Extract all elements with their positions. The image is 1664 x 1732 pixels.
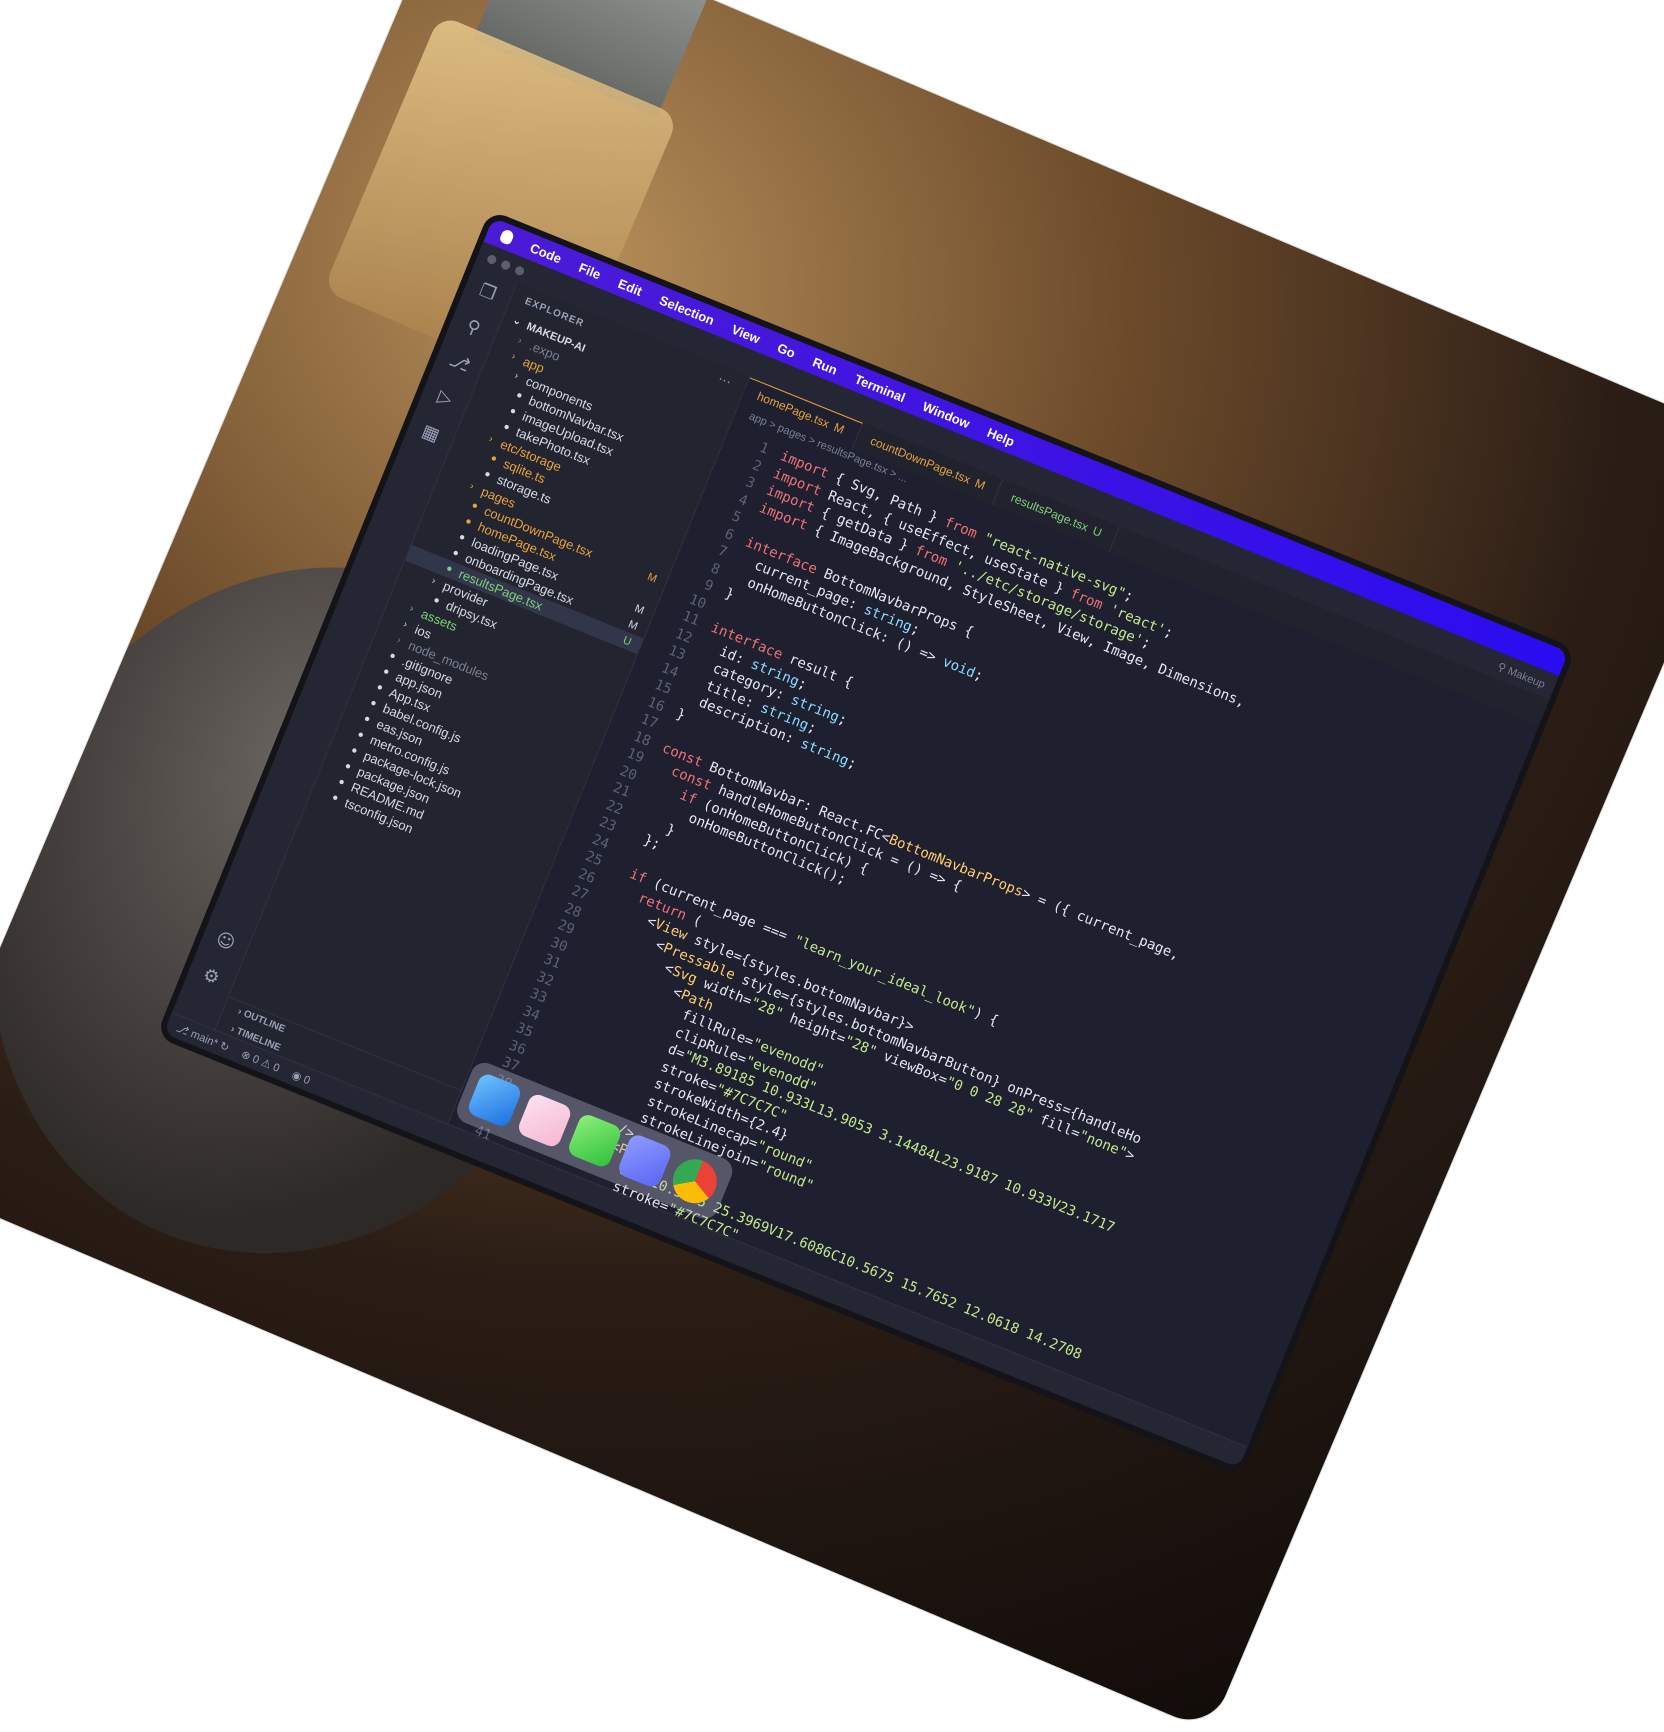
ports-count: 0 xyxy=(301,1073,312,1087)
git-status-badge: M xyxy=(632,602,646,617)
file-icon: ● xyxy=(463,515,474,529)
search-icon[interactable]: ⚲ xyxy=(460,315,486,341)
tab-mark: M xyxy=(972,475,988,493)
close-window-button[interactable] xyxy=(486,253,498,265)
menu-run[interactable]: Run xyxy=(811,354,840,377)
chevron-right-icon: › xyxy=(509,350,518,363)
git-status-badge: M xyxy=(645,570,659,586)
minimize-window-button[interactable] xyxy=(500,258,512,271)
run-debug-icon[interactable]: ▷ xyxy=(432,386,458,412)
menu-edit[interactable]: Edit xyxy=(616,275,644,298)
file-icon: ● xyxy=(482,468,493,481)
explorer-icon[interactable]: ❐ xyxy=(474,280,500,306)
chevron-right-icon: › xyxy=(407,603,416,615)
maximize-window-button[interactable] xyxy=(513,264,526,277)
more-actions-icon[interactable]: ··· xyxy=(717,374,733,389)
git-status-badge: M xyxy=(626,617,640,633)
gear-icon[interactable]: ⚙ xyxy=(198,964,224,990)
chevron-right-icon: › xyxy=(395,634,403,647)
file-icon: ● xyxy=(450,547,461,560)
chevron-right-icon: › xyxy=(429,575,438,587)
file-icon: ● xyxy=(330,791,341,805)
chevron-right-icon: › xyxy=(512,370,520,382)
file-icon: ● xyxy=(343,760,353,773)
file-icon: ● xyxy=(368,697,379,710)
file-icon: ● xyxy=(444,562,455,576)
menu-go[interactable]: Go xyxy=(775,340,797,361)
file-icon: ● xyxy=(469,499,480,513)
file-icon: ● xyxy=(387,649,398,663)
chevron-right-icon: › xyxy=(468,480,476,493)
file-icon: ● xyxy=(457,531,467,544)
chevron-right-icon: › xyxy=(401,618,409,631)
file-icon: ● xyxy=(355,728,366,742)
file-icon: ● xyxy=(508,405,518,418)
photo-background: Code File Edit Selection View Go Run Ter… xyxy=(0,0,1664,1732)
chevron-right-icon: › xyxy=(487,433,495,446)
menu-file[interactable]: File xyxy=(577,259,603,281)
launchpad-icon[interactable] xyxy=(515,1091,574,1150)
finder-icon[interactable] xyxy=(465,1071,524,1129)
discord-icon[interactable] xyxy=(616,1132,674,1190)
messages-icon[interactable] xyxy=(566,1112,624,1170)
account-icon[interactable]: ☺ xyxy=(212,928,238,955)
file-icon: ● xyxy=(514,389,525,402)
file-icon: ● xyxy=(381,665,391,679)
file-icon: ● xyxy=(501,421,512,434)
git-status-badge: U xyxy=(621,633,634,649)
file-icon: ● xyxy=(488,452,499,466)
ports-indicator[interactable]: ◉ 0 xyxy=(290,1068,312,1087)
file-icon: ● xyxy=(431,594,442,607)
file-icon: ● xyxy=(349,744,360,758)
laptop-screen: Code File Edit Selection View Go Run Ter… xyxy=(155,209,1577,1476)
chevron-down-icon: ⌄ xyxy=(510,314,523,329)
chrome-icon[interactable] xyxy=(666,1152,724,1210)
tab-mark: M xyxy=(831,420,847,437)
file-icon: ● xyxy=(336,776,347,789)
apple-icon[interactable] xyxy=(498,228,516,246)
extensions-icon[interactable]: ▦ xyxy=(418,420,444,447)
warning-count: 0 xyxy=(271,1060,282,1075)
file-icon: ● xyxy=(362,713,372,726)
error-count: 0 xyxy=(250,1052,262,1067)
source-control-icon[interactable]: ⎇ xyxy=(446,349,473,376)
tab-mark: U xyxy=(1090,523,1104,540)
chevron-right-icon: › xyxy=(516,335,524,347)
file-icon: ● xyxy=(374,681,385,694)
branch-name: main* xyxy=(189,1027,220,1050)
